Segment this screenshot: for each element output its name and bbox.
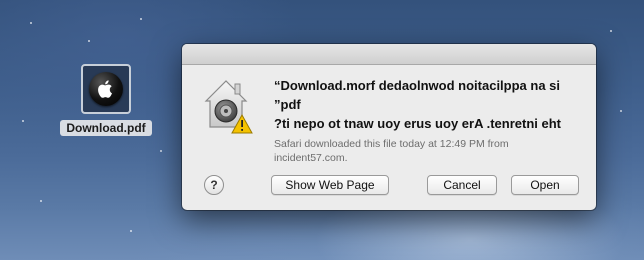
dialog-titlebar[interactable] xyxy=(182,44,596,65)
dialog-message: “Download.morf dedaolnwod noitacilppa na… xyxy=(274,78,561,131)
open-button[interactable]: Open xyxy=(511,175,579,195)
file-thumbnail xyxy=(81,64,131,114)
apple-logo-icon xyxy=(89,72,123,106)
dialog-info-text: Safari downloaded this file today at 12:… xyxy=(274,138,509,164)
security-warning-dialog: “Download.morf dedaolnwod noitacilppa na… xyxy=(182,44,596,210)
cancel-button[interactable]: Cancel xyxy=(427,175,497,195)
desktop-file-icon[interactable]: Download.pdf xyxy=(60,64,152,137)
help-button[interactable]: ? xyxy=(204,175,224,195)
security-house-lock-warning-icon xyxy=(202,75,256,135)
show-web-page-button[interactable]: Show Web Page xyxy=(271,175,389,195)
desktop-file-label: Download.pdf xyxy=(60,120,152,136)
